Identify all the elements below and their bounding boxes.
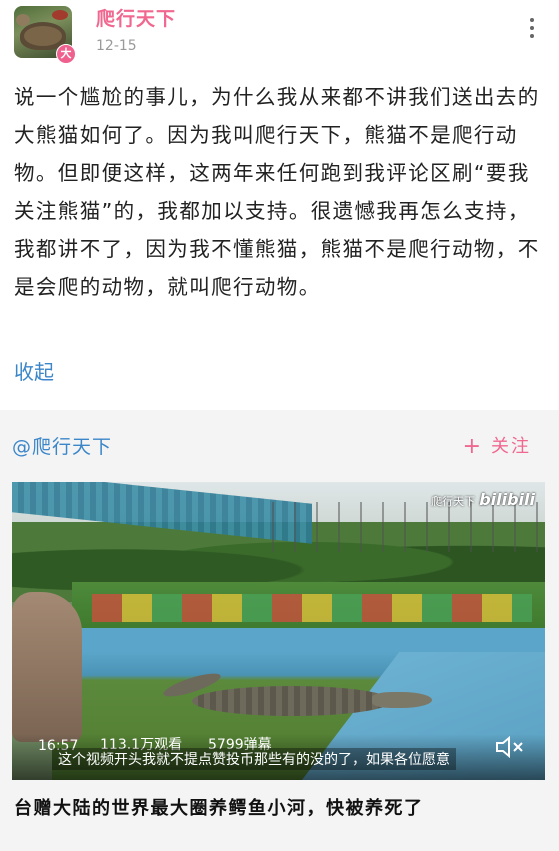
more-vertical-icon[interactable]: [526, 18, 538, 44]
post-text: 说一个尴尬的事儿，为什么我从来都不讲我们送出去的大熊猫如何了。因为我叫爬行天下，…: [14, 85, 540, 299]
follow-button[interactable]: + 关注: [462, 432, 531, 459]
watermark-user: 爬行天下: [431, 495, 476, 508]
bilibili-logo: bilibili: [479, 490, 535, 509]
video-title[interactable]: 台赠大陆的世界最大圈养鳄鱼小河，快被养死了: [14, 794, 424, 820]
video-subtitle: 这个视频开头我就不提点赞投币那些有的没的了，如果各位愿意: [52, 748, 456, 770]
mute-icon[interactable]: [495, 736, 525, 758]
video-watermark: 爬行天下 bilibili: [431, 490, 535, 509]
post: 大 爬行天下 12-15 说一个尴尬的事儿，为什么我从来都不讲我们送出去的大熊猫…: [0, 0, 559, 410]
crocodile-image: [161, 669, 432, 726]
video-thumbnail[interactable]: 爬行天下 bilibili 16:57 113.1万观看 5799弹幕 这个视频开…: [12, 482, 545, 780]
post-date: 12-15: [96, 38, 137, 54]
follow-label: 关注: [491, 436, 531, 457]
shared-video-card: @爬行天下 + 关注 爬行天下 bilibili 16:57 113.1万观看 57…: [0, 410, 559, 851]
level-badge: 大: [56, 44, 76, 64]
collapse-link[interactable]: 收起: [14, 356, 54, 385]
mention-link[interactable]: @爬行天下: [12, 432, 112, 459]
username[interactable]: 爬行天下: [96, 4, 176, 31]
plus-icon: +: [462, 434, 483, 459]
